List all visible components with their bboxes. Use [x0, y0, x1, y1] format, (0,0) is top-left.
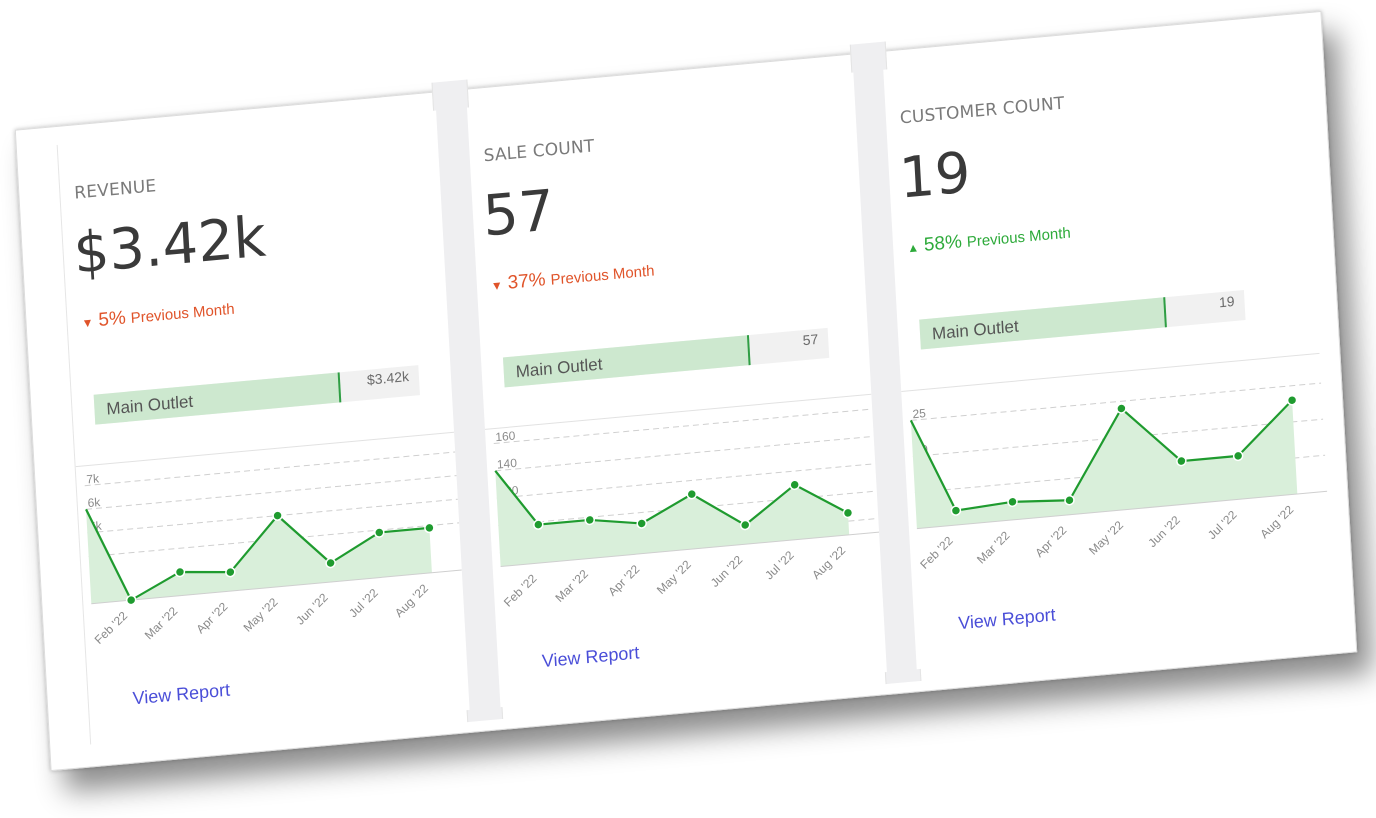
x-tick-label: Aug '22 [1257, 502, 1296, 541]
data-point [1286, 394, 1298, 406]
triangle-down-icon: ▼ [81, 315, 94, 331]
data-point [584, 514, 596, 526]
x-tick-label: Aug '22 [392, 581, 431, 620]
chart-border [901, 352, 1320, 392]
x-tick-label: Apr '22 [193, 599, 230, 636]
delta-percent: 5% [97, 307, 127, 331]
data-point [686, 488, 698, 500]
data-point [1116, 403, 1127, 414]
card-title: REVENUE [73, 176, 157, 204]
x-tick-label: Feb '22 [917, 533, 956, 571]
data-point [325, 557, 336, 569]
sale-count-trend-chart: 80100120140160Feb '22Mar '22Apr '22May '… [484, 393, 880, 610]
data-point [533, 519, 544, 530]
gridline [493, 408, 873, 444]
chart-border [75, 431, 455, 468]
delta-label: Previous Month [550, 262, 655, 289]
sale-count-card: SALE COUNT 57 ▼ 37% Previous Month Main … [466, 72, 887, 708]
delta-label: Previous Month [966, 224, 1072, 251]
x-tick-label: Jul '22 [346, 586, 381, 621]
y-tick-label: 7k [86, 471, 100, 486]
view-report-link[interactable]: View Report [541, 642, 639, 672]
data-point [225, 566, 236, 578]
card-title: CUSTOMER COUNT [899, 93, 1065, 129]
delta-indicator: ▲ 58% Previous Month [907, 221, 1072, 258]
data-point [739, 519, 751, 531]
outlet-value: $3.42k [366, 368, 410, 388]
x-tick-label: Jun '22 [708, 553, 746, 590]
x-tick-label: May '22 [1086, 518, 1126, 558]
x-tick-label: Feb '22 [501, 571, 540, 609]
data-point [125, 594, 137, 606]
delta-indicator: ▼ 37% Previous Month [490, 259, 655, 296]
area-fill [86, 509, 432, 604]
area-fill [495, 470, 850, 567]
x-tick-label: Jun '22 [1145, 513, 1183, 550]
data-point [374, 527, 385, 538]
data-point [789, 479, 800, 491]
data-point [1232, 450, 1244, 462]
x-tick-label: May '22 [241, 595, 281, 635]
data-point [174, 566, 186, 578]
data-point [842, 507, 854, 519]
revenue-card: REVENUE $3.42k ▼ 5% Previous Month Main … [56, 110, 470, 745]
x-tick-label: Apr '22 [605, 562, 642, 599]
triangle-down-icon: ▼ [490, 278, 504, 294]
x-tick-label: Mar '22 [553, 567, 592, 605]
metric-value: 19 [897, 140, 973, 212]
card-title: SALE COUNT [483, 136, 595, 167]
delta-percent: 37% [507, 269, 547, 294]
outlet-value: 19 [1218, 292, 1235, 311]
x-tick-label: Mar '22 [974, 528, 1013, 566]
triangle-up-icon: ▲ [906, 240, 920, 256]
data-point [272, 510, 283, 521]
customer-count-card: CUSTOMER COUNT 19 ▲ 58% Previous Month M… [883, 31, 1336, 670]
x-tick-label: Jul '22 [1205, 508, 1240, 543]
delta-percent: 58% [923, 231, 963, 256]
metric-value: 57 [481, 178, 556, 250]
outlet-bar[interactable]: Main Outlet $3.42k [93, 365, 420, 425]
view-report-link[interactable]: View Report [132, 680, 230, 710]
outlet-bar[interactable]: Main Outlet 57 [502, 327, 830, 388]
chart-border [484, 393, 872, 430]
y-tick-label: 140 [497, 456, 518, 472]
x-tick-label: Mar '22 [142, 604, 181, 642]
data-point [1007, 496, 1018, 508]
screenshot-stage: REVENUE $3.42k ▼ 5% Previous Month Main … [0, 0, 1376, 818]
data-point [424, 522, 435, 534]
revenue-trend-chart: 4k5k6k7kFeb '22Mar '22Apr '22May '22Jun … [75, 431, 462, 647]
data-point [950, 505, 962, 516]
gridline [910, 382, 1322, 421]
delta-label: Previous Month [130, 300, 236, 328]
view-report-link[interactable]: View Report [958, 604, 1056, 634]
y-tick-label: 25 [912, 406, 926, 421]
data-point [1176, 455, 1187, 467]
dashboard-card-sheet: REVENUE $3.42k ▼ 5% Previous Month Main … [14, 10, 1358, 772]
data-point [1064, 494, 1075, 506]
x-tick-label: Aug '22 [809, 543, 848, 582]
data-point [636, 518, 647, 529]
x-tick-label: Jul '22 [762, 548, 797, 583]
delta-indicator: ▼ 5% Previous Month [81, 298, 235, 334]
y-tick-label: 6k [87, 495, 101, 510]
x-tick-label: Jun '22 [293, 590, 331, 627]
gridline [496, 463, 876, 499]
outlet-value: 57 [802, 330, 819, 349]
x-tick-label: May '22 [654, 557, 694, 597]
y-tick-label: 160 [495, 428, 516, 444]
x-tick-label: Feb '22 [92, 608, 131, 646]
metric-value: $3.42k [71, 204, 268, 287]
outlet-bar[interactable]: Main Outlet 19 [919, 290, 1246, 350]
customer-count-trend-chart: 152025Feb '22Mar '22Apr '22May '22Jun '2… [901, 352, 1328, 572]
x-tick-label: Apr '22 [1032, 523, 1069, 560]
gridline [495, 435, 874, 472]
